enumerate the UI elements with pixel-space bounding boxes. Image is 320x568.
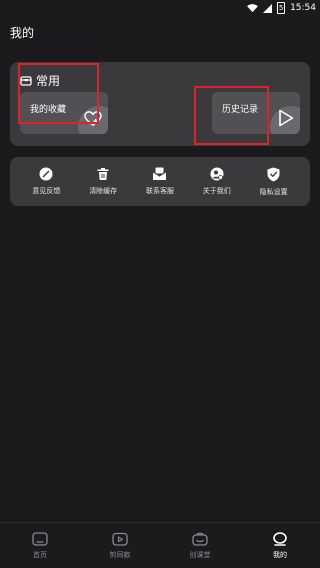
trash-icon <box>97 168 109 180</box>
nav-home[interactable]: 首页 <box>10 531 70 560</box>
battery-icon: 5 <box>277 2 286 14</box>
bottom-nav: 首页 剪同款 创课堂 我的 <box>0 522 320 568</box>
about-us-label: 关于我们 <box>202 187 231 195</box>
feedback-label: 意见反馈 <box>32 187 61 195</box>
nav-profile-label: 我的 <box>273 550 287 559</box>
my-favorites-label: 我的收藏 <box>30 105 67 115</box>
wifi-icon <box>247 3 258 12</box>
common-title: 常用 <box>36 74 61 88</box>
play-icon <box>279 109 294 127</box>
history-tile[interactable]: 历史记录 <box>212 92 300 134</box>
signal-icon <box>263 3 273 13</box>
shield-check-icon <box>267 167 280 181</box>
feedback-button[interactable]: 意见反馈 <box>20 167 72 196</box>
privacy-settings-label: 隐私设置 <box>259 187 288 196</box>
video-template-icon <box>112 532 128 546</box>
nav-classroom-label: 创课堂 <box>189 550 211 559</box>
heart-icon <box>84 111 102 127</box>
nav-profile[interactable]: 我的 <box>250 531 310 560</box>
box-icon <box>20 76 32 86</box>
nav-home-label: 首页 <box>33 550 47 559</box>
clear-cache-button[interactable]: 清除缓存 <box>77 167 129 196</box>
feedback-pen-icon <box>39 167 53 181</box>
page-title: 我的 <box>10 26 35 40</box>
history-label: 历史记录 <box>222 105 259 115</box>
nav-classroom[interactable]: 创课堂 <box>170 532 230 560</box>
privacy-settings-button[interactable]: 隐私设置 <box>248 167 300 197</box>
my-favorites-tile[interactable]: 我的收藏 <box>20 92 108 134</box>
battery-level: 5 <box>278 3 284 12</box>
common-header: 常用 <box>20 72 60 89</box>
classroom-icon <box>192 532 208 546</box>
common-card: 常用 我的收藏 历史记录 <box>10 62 310 146</box>
status-time: 15:54 <box>290 3 316 13</box>
tools-card: 意见反馈 清除缓存 联系客服 关于我们 隐私设置 <box>10 157 310 206</box>
clear-cache-label: 清除缓存 <box>89 187 118 195</box>
nav-templates-label: 剪同款 <box>109 550 131 559</box>
profile-icon <box>273 531 287 546</box>
about-us-button[interactable]: 关于我们 <box>191 167 243 196</box>
nav-templates[interactable]: 剪同款 <box>90 532 150 560</box>
mail-icon <box>153 167 167 180</box>
status-bar: 5 15:54 <box>0 0 320 16</box>
contact-service-button[interactable]: 联系客服 <box>134 167 186 196</box>
home-icon <box>32 531 48 546</box>
contact-service-label: 联系客服 <box>145 187 174 195</box>
about-info-icon <box>210 167 224 181</box>
